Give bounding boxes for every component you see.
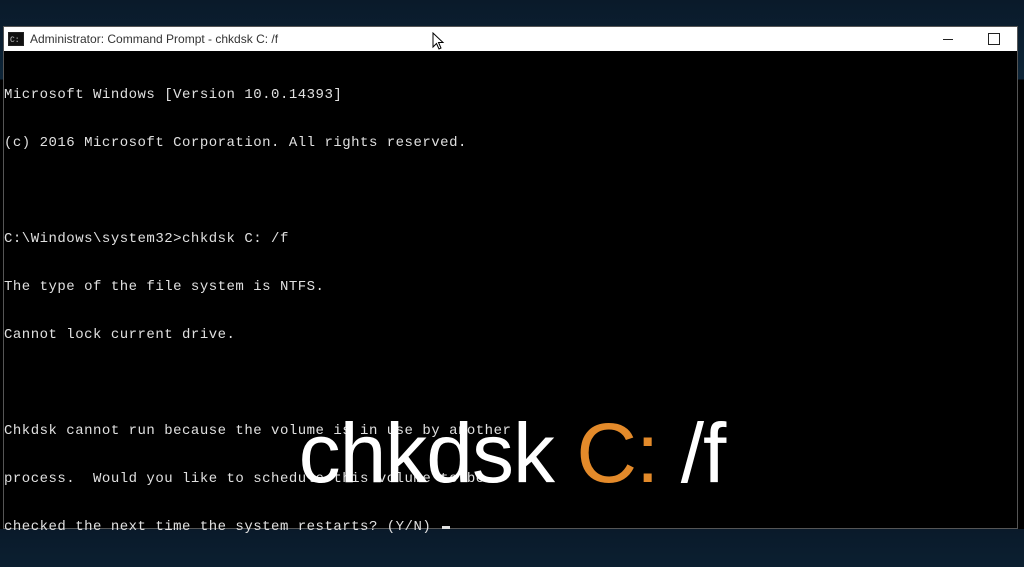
svg-text:C:: C: [10,36,20,45]
console-line: Cannot lock current drive. [4,327,1017,343]
caption-accent: C: [576,406,658,500]
console-line: checked the next time the system restart… [4,519,440,535]
caption-overlay: chkdsk C: /f [0,405,1024,502]
cmd-icon: C: [8,32,24,46]
maximize-button[interactable] [971,27,1017,51]
console-line [4,183,1017,199]
minimize-button[interactable] [925,27,971,51]
window-title: Administrator: Command Prompt - chkdsk C… [30,32,278,46]
console-line: Microsoft Windows [Version 10.0.14393] [4,87,1017,103]
caption-part2: /f [658,406,725,500]
window-controls [925,27,1017,51]
titlebar[interactable]: C: Administrator: Command Prompt - chkds… [4,27,1017,51]
console-line: C:\Windows\system32>chkdsk C: /f [4,231,1017,247]
console-line: (c) 2016 Microsoft Corporation. All righ… [4,135,1017,151]
caption-part1: chkdsk [299,406,577,500]
console-line: The type of the file system is NTFS. [4,279,1017,295]
console-prompt-line: checked the next time the system restart… [4,519,1017,535]
console-line [4,375,1017,391]
